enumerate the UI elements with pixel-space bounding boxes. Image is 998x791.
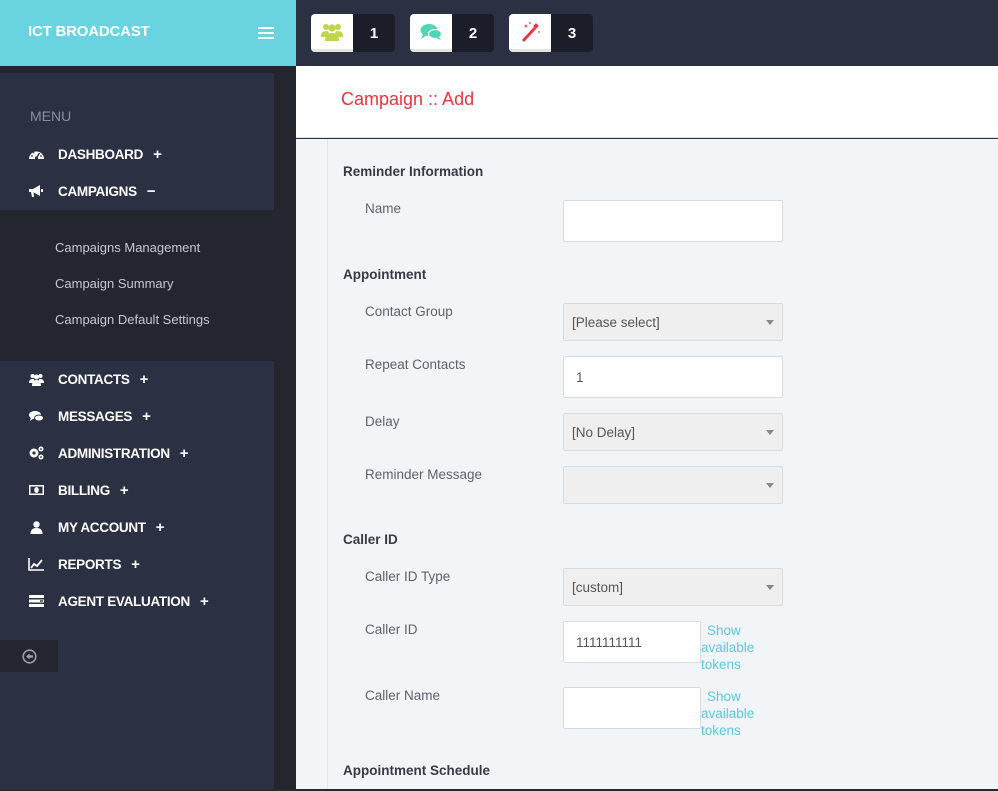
caller-id-input[interactable]: 1111111111 xyxy=(563,621,701,663)
sidebar-subitem-campaign-default-settings[interactable]: Campaign Default Settings xyxy=(55,312,210,327)
section-appointment-schedule: Appointment Schedule xyxy=(343,763,491,778)
caller-name-input[interactable] xyxy=(563,687,701,729)
delay-value: [No Delay] xyxy=(572,424,636,440)
page-title: Campaign :: Add xyxy=(341,89,475,109)
user-icon xyxy=(28,519,44,535)
expand-icon: + xyxy=(142,407,151,425)
line-chart-icon xyxy=(28,556,44,572)
caller-name-show-tokens-link[interactable]: Show available tokens xyxy=(701,688,754,739)
contact-group-select[interactable]: [Please select] xyxy=(563,303,783,341)
expand-icon: + xyxy=(119,481,129,499)
comments-icon xyxy=(410,14,452,52)
collapse-icon: − xyxy=(146,182,156,200)
page-header: Campaign :: Add xyxy=(296,66,998,138)
delay-label: Delay xyxy=(365,414,400,429)
hamburger-menu-icon[interactable] xyxy=(258,27,274,39)
sidebar-item-billing[interactable]: BILLING + xyxy=(28,479,129,501)
menu-label: MENU xyxy=(30,108,72,124)
repeat-contacts-input[interactable]: 1 xyxy=(563,356,783,398)
caller-id-show-tokens-link[interactable]: Show available tokens xyxy=(701,622,754,673)
expand-icon: + xyxy=(179,444,189,462)
contact-group-value: [Please select] xyxy=(572,314,660,330)
caller-id-type-value: [custom] xyxy=(572,579,624,595)
users-icon xyxy=(28,371,44,387)
messages-badge[interactable]: 2 xyxy=(410,14,494,52)
sidebar-item-campaigns[interactable]: CAMPAIGNS − xyxy=(28,180,156,202)
chevron-down-icon xyxy=(766,320,774,325)
repeat-contacts-label: Repeat Contacts xyxy=(365,357,466,372)
reminder-message-label: Reminder Message xyxy=(365,467,483,482)
chevron-down-icon xyxy=(766,430,774,435)
magic-wand-icon xyxy=(509,14,551,52)
sidebar-item-label: CAMPAIGNS xyxy=(58,183,137,199)
contacts-badge[interactable]: 1 xyxy=(311,14,395,52)
divider xyxy=(327,139,328,791)
name-input[interactable] xyxy=(563,200,783,242)
contact-group-label: Contact Group xyxy=(365,304,453,319)
reminder-message-select[interactable] xyxy=(563,466,783,504)
comments-icon xyxy=(28,408,44,424)
sidebar-item-label: ADMINISTRATION xyxy=(58,445,170,461)
sidebar-item-label: REPORTS xyxy=(58,556,122,572)
sidebar-item-reports[interactable]: REPORTS + xyxy=(28,553,140,575)
caller-id-label: Caller ID xyxy=(365,622,418,637)
dashboard-icon xyxy=(28,146,44,162)
expand-icon: + xyxy=(139,370,149,388)
top-bar: 1 2 3 xyxy=(296,0,998,66)
list-icon xyxy=(28,593,44,609)
money-icon xyxy=(28,482,44,498)
arrow-circle-left-icon xyxy=(21,648,37,664)
tasks-count: 3 xyxy=(551,14,593,52)
expand-icon: + xyxy=(155,518,165,536)
sidebar-item-label: AGENT EVALUATION xyxy=(58,593,190,609)
collapse-sidebar-button[interactable] xyxy=(0,640,58,672)
sidebar-item-contacts[interactable]: CONTACTS + xyxy=(28,368,148,390)
sidebar-subitem-campaigns-management[interactable]: Campaigns Management xyxy=(55,240,200,255)
brand-title: ICT BROADCAST xyxy=(28,23,150,40)
sidebar: MENU DASHBOARD + CAMPAIGNS − Campaigns M… xyxy=(0,66,296,791)
expand-icon: + xyxy=(199,592,209,610)
section-caller-id: Caller ID xyxy=(343,532,398,547)
tasks-badge[interactable]: 3 xyxy=(509,14,593,52)
brand-bar: ICT BROADCAST xyxy=(0,0,296,66)
chevron-down-icon xyxy=(766,483,774,488)
sidebar-item-my-account[interactable]: MY ACCOUNT + xyxy=(28,516,165,538)
sidebar-item-label: BILLING xyxy=(58,482,110,498)
cogs-icon xyxy=(28,445,44,461)
messages-count: 2 xyxy=(452,14,494,52)
sidebar-item-label: MESSAGES xyxy=(58,408,133,424)
sidebar-item-dashboard[interactable]: DASHBOARD + xyxy=(28,143,162,165)
bullhorn-icon xyxy=(28,183,44,199)
expand-icon: + xyxy=(153,145,162,163)
name-label: Name xyxy=(365,201,402,216)
section-reminder-information: Reminder Information xyxy=(343,164,484,179)
caller-id-type-select[interactable]: [custom] xyxy=(563,568,783,606)
contacts-count: 1 xyxy=(353,14,395,52)
section-appointment: Appointment xyxy=(343,267,427,282)
chevron-down-icon xyxy=(766,585,774,590)
sidebar-item-label: CONTACTS xyxy=(58,371,130,387)
sidebar-item-messages[interactable]: MESSAGES + xyxy=(28,405,151,427)
sidebar-item-label: DASHBOARD xyxy=(58,146,144,162)
caller-name-label: Caller Name xyxy=(365,688,441,703)
sidebar-item-label: MY ACCOUNT xyxy=(58,519,146,535)
sidebar-item-administration[interactable]: ADMINISTRATION + xyxy=(28,442,189,464)
expand-icon: + xyxy=(131,555,140,573)
caller-id-type-label: Caller ID Type xyxy=(365,569,451,584)
sidebar-item-agent-evaluation[interactable]: AGENT EVALUATION + xyxy=(28,590,209,612)
users-icon xyxy=(311,14,353,52)
delay-select[interactable]: [No Delay] xyxy=(563,413,783,451)
sidebar-subitem-campaign-summary[interactable]: Campaign Summary xyxy=(55,276,174,291)
